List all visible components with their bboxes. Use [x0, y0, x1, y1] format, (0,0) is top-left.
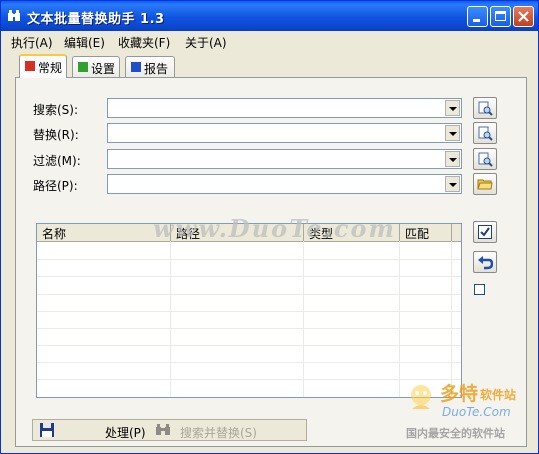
undo-icon [478, 256, 493, 270]
column-divider [303, 241, 304, 397]
binoculars-icon [7, 9, 21, 23]
binoculars-icon [155, 423, 171, 440]
menu-bar: 执行(A) 编辑(E) 收藏夹(F) 关于(A) [2, 31, 538, 51]
menu-favorites[interactable]: 收藏夹(F) [118, 34, 170, 51]
menu-about[interactable]: 关于(A) [185, 34, 227, 51]
check-all-icon [478, 225, 492, 239]
row-divider [37, 328, 461, 329]
search-replace-button[interactable]: 搜索并替换(S) [180, 424, 257, 441]
replace-combo[interactable] [107, 123, 462, 143]
dropdown-arrow-icon[interactable] [445, 176, 460, 192]
watermark: www.DuoTe.com [153, 214, 396, 243]
column-header-match[interactable]: 匹配 [400, 224, 452, 241]
folder-search-icon [478, 101, 493, 116]
app-window: 文本批量替换助手 1.3 执行(A) 编辑(E) 收藏夹(F) 关于(A) 常规… [0, 0, 539, 454]
column-header-name[interactable]: 名称 [37, 224, 171, 241]
minimize-icon [473, 19, 480, 22]
path-combo[interactable] [107, 174, 462, 194]
undo-button[interactable] [473, 251, 497, 273]
row-divider [37, 345, 461, 346]
tab-settings-label: 设置 [91, 62, 116, 76]
check-all-button[interactable] [473, 221, 497, 243]
filter-combo[interactable] [107, 149, 462, 169]
results-list[interactable]: 名称 路径 类型 匹配 [36, 223, 462, 398]
filter-label: 过滤(M): [33, 154, 81, 168]
row-divider [37, 379, 461, 380]
folder-search-icon [478, 126, 493, 141]
row-divider [37, 276, 461, 277]
search-label: 搜索(S): [33, 103, 79, 117]
maximize-button[interactable] [490, 6, 511, 27]
duote-logo: 多特 软件站 DuoTe.Com 国内最安全的软件站 [406, 383, 517, 440]
side-checkbox[interactable] [474, 284, 485, 295]
tab-general-label: 常规 [38, 61, 63, 75]
menu-execute[interactable]: 执行(A) [11, 34, 53, 51]
replace-browse-button[interactable] [473, 122, 497, 144]
filter-browse-button[interactable] [473, 148, 497, 170]
tab-general[interactable]: 常规 [19, 54, 67, 78]
tab-report-label: 报告 [144, 62, 169, 76]
general-tab-icon [25, 61, 35, 71]
window-title: 文本批量替换助手 1.3 [27, 12, 165, 27]
title-bar[interactable]: 文本批量替换助手 1.3 [1, 1, 538, 31]
dropdown-arrow-icon[interactable] [445, 125, 460, 141]
action-bar: 处理(P) 搜索并替换(S) [32, 419, 307, 441]
column-divider [451, 241, 452, 397]
search-browse-button[interactable] [473, 97, 497, 119]
report-tab-icon [131, 62, 141, 72]
row-divider [37, 294, 461, 295]
close-icon [518, 11, 529, 22]
path-label: 路径(P): [33, 179, 78, 193]
folder-search-icon [478, 152, 493, 167]
row-divider [37, 311, 461, 312]
process-button[interactable]: 处理(P) [105, 424, 146, 441]
settings-tab-icon [78, 62, 88, 72]
close-button[interactable] [513, 6, 534, 27]
dropdown-arrow-icon[interactable] [445, 151, 460, 167]
row-divider [37, 362, 461, 363]
maximize-icon [495, 11, 506, 21]
save-disk-icon[interactable] [39, 422, 55, 441]
tab-report[interactable]: 报告 [125, 56, 175, 77]
menu-edit[interactable]: 编辑(E) [64, 34, 105, 51]
tab-settings[interactable]: 设置 [72, 56, 120, 77]
mascot-icon [411, 385, 431, 409]
column-divider [399, 241, 400, 397]
open-folder-icon [477, 179, 493, 190]
minimize-button[interactable] [467, 6, 488, 27]
column-divider [170, 241, 171, 397]
row-divider [37, 259, 461, 260]
replace-label: 替换(R): [33, 128, 79, 142]
path-browse-button[interactable] [473, 173, 497, 195]
dropdown-arrow-icon[interactable] [445, 100, 460, 116]
search-combo[interactable] [107, 98, 462, 118]
